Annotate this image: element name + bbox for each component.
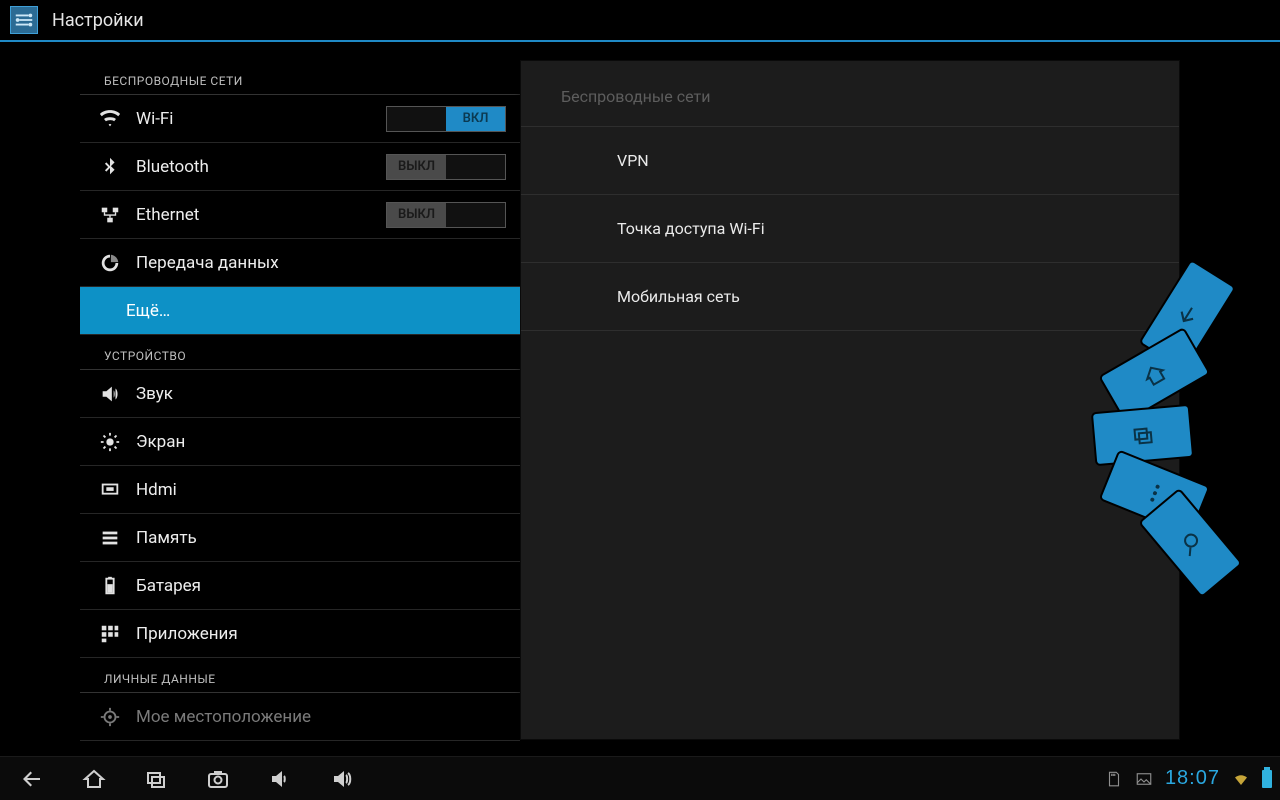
sound-icon — [98, 382, 122, 406]
sidebar-item-battery[interactable]: Батарея — [80, 562, 520, 610]
sidebar-item-bluetooth[interactable]: Bluetooth ВЫКЛ — [80, 143, 520, 191]
sidebar-item-label: Wi-Fi — [136, 109, 173, 129]
page-title: Настройки — [52, 10, 144, 31]
wifi-signal-icon — [1232, 770, 1250, 788]
section-title-personal: ЛИЧНЫЕ ДАННЫЕ — [80, 658, 520, 693]
sidebar-item-label: Звук — [136, 384, 173, 404]
section-title-device: УСТРОЙСТВО — [80, 335, 520, 370]
battery-status-icon — [1262, 770, 1272, 788]
fan-recents-button[interactable] — [1093, 406, 1192, 464]
display-icon — [98, 430, 122, 454]
sidebar-item-storage[interactable]: Память — [80, 514, 520, 562]
detail-panel: Беспроводные сети VPN Точка доступа Wi-F… — [520, 60, 1180, 740]
panel-item-vpn[interactable]: VPN — [521, 127, 1179, 195]
bluetooth-toggle[interactable]: ВЫКЛ — [386, 154, 506, 180]
content-area: БЕСПРОВОДНЫЕ СЕТИ Wi-Fi ВКЛ Bluetooth ВЫ… — [0, 42, 1280, 756]
nav-home-button[interactable] — [70, 760, 118, 798]
sidebar-item-more[interactable]: Ещё… — [80, 287, 520, 335]
hdmi-icon — [98, 478, 122, 502]
nav-volume-down-button[interactable] — [256, 760, 304, 798]
nav-recents-button[interactable] — [132, 760, 180, 798]
wifi-toggle[interactable]: ВКЛ — [386, 106, 506, 132]
sidebar-item-location[interactable]: Мое местоположение — [80, 693, 520, 741]
sdcard-icon — [1105, 770, 1123, 788]
nav-back-button[interactable] — [8, 760, 56, 798]
sidebar-item-sound[interactable]: Звук — [80, 370, 520, 418]
sidebar-item-label: Ещё… — [126, 301, 170, 321]
settings-sidebar: БЕСПРОВОДНЫЕ СЕТИ Wi-Fi ВКЛ Bluetooth ВЫ… — [80, 60, 520, 756]
app-top-bar: Настройки — [0, 0, 1280, 42]
bluetooth-icon — [98, 155, 122, 179]
sidebar-item-label: Ethernet — [136, 205, 199, 225]
battery-icon — [98, 574, 122, 598]
sidebar-item-label: Память — [136, 528, 197, 548]
nav-screenshot-button[interactable] — [194, 760, 242, 798]
sidebar-item-wifi[interactable]: Wi-Fi ВКЛ — [80, 95, 520, 143]
panel-item-mobile-network[interactable]: Мобильная сеть — [521, 263, 1179, 331]
location-icon — [98, 705, 122, 729]
ethernet-icon — [98, 203, 122, 227]
sidebar-item-data-usage[interactable]: Передача данных — [80, 239, 520, 287]
sidebar-item-label: Экран — [136, 432, 185, 452]
sidebar-item-apps[interactable]: Приложения — [80, 610, 520, 658]
sidebar-item-label: Мое местоположение — [136, 707, 311, 727]
wifi-icon — [98, 107, 122, 131]
sidebar-item-ethernet[interactable]: Ethernet ВЫКЛ — [80, 191, 520, 239]
settings-icon — [10, 6, 38, 34]
sidebar-item-hdmi[interactable]: Hdmi — [80, 466, 520, 514]
ethernet-toggle[interactable]: ВЫКЛ — [386, 202, 506, 228]
sidebar-item-label: Передача данных — [136, 253, 279, 273]
system-bar: 18:07 — [0, 756, 1280, 800]
section-title-wireless: БЕСПРОВОДНЫЕ СЕТИ — [80, 60, 520, 95]
storage-icon — [98, 526, 122, 550]
panel-item-hotspot[interactable]: Точка доступа Wi-Fi — [521, 195, 1179, 263]
sidebar-item-label: Приложения — [136, 624, 238, 644]
image-icon — [1135, 770, 1153, 788]
status-clock[interactable]: 18:07 — [1165, 767, 1220, 790]
data-usage-icon — [98, 251, 122, 275]
apps-icon — [98, 622, 122, 646]
sidebar-item-label: Bluetooth — [136, 157, 209, 177]
panel-title: Беспроводные сети — [521, 61, 1179, 127]
sidebar-item-label: Батарея — [136, 576, 201, 596]
sidebar-item-label: Hdmi — [136, 480, 177, 500]
nav-volume-up-button[interactable] — [318, 760, 366, 798]
sidebar-item-display[interactable]: Экран — [80, 418, 520, 466]
